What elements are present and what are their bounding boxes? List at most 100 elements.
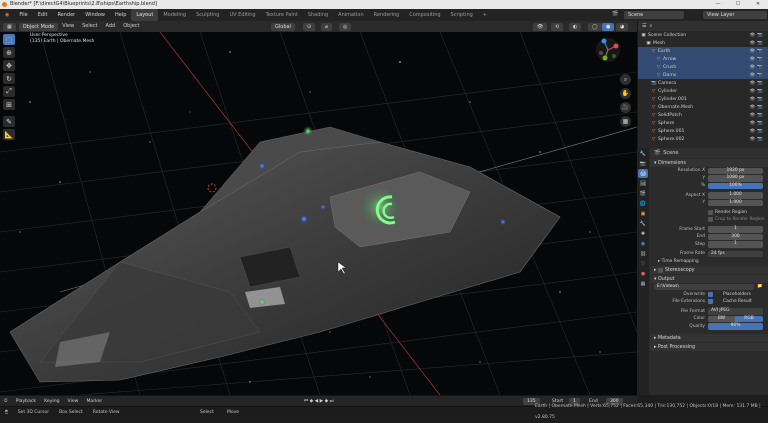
gizmo-icon[interactable]: ⟲ bbox=[551, 22, 564, 31]
workspace-tab-compositing[interactable]: Compositing bbox=[404, 9, 445, 21]
outliner-row[interactable]: ▣ Mesh 👁📷 bbox=[638, 39, 768, 47]
workspace-tab-texture-paint[interactable]: Texture Paint bbox=[261, 9, 303, 21]
outliner-row[interactable]: ▣ Scene Collection 👁📷 bbox=[638, 31, 768, 39]
modifier-tab-icon[interactable]: 🔧 bbox=[638, 219, 648, 228]
pivot-icon[interactable]: ⊙ bbox=[303, 22, 316, 31]
stereoscopy-checkbox[interactable] bbox=[657, 267, 663, 273]
folder-icon[interactable]: 📁 bbox=[757, 284, 762, 289]
jump-end-icon[interactable]: ⏭ bbox=[330, 399, 334, 404]
outliner-search-icon[interactable]: ⌕ bbox=[649, 23, 652, 29]
timeline-menu-view[interactable]: View bbox=[64, 396, 83, 407]
menu-help[interactable]: Help bbox=[110, 9, 131, 21]
workspace-tab-sculpting[interactable]: Sculpting bbox=[191, 9, 224, 21]
camera-view-icon[interactable]: 🎥 bbox=[620, 102, 631, 113]
annotate-tool-icon[interactable]: ✎ bbox=[3, 116, 15, 127]
overwrite-checkbox[interactable] bbox=[708, 291, 713, 297]
timeline-menu-keying[interactable]: Keying bbox=[40, 396, 63, 407]
physics-tab-icon[interactable]: ◉ bbox=[638, 239, 648, 248]
workspace-tab-scripting[interactable]: Scripting bbox=[446, 9, 478, 21]
measure-tool-icon[interactable]: 📐 bbox=[3, 129, 15, 140]
select-box-icon[interactable]: ⬚ bbox=[3, 34, 15, 45]
scale-tool-icon[interactable]: ⤢ bbox=[3, 86, 15, 97]
blender-logo-icon[interactable]: ◉ bbox=[0, 9, 14, 21]
shading-wireframe-icon[interactable]: ◯ bbox=[588, 22, 602, 31]
play-reverse-icon[interactable]: ◀ bbox=[315, 399, 319, 404]
resolution-percent-field[interactable]: 100% bbox=[708, 182, 763, 189]
particles-tab-icon[interactable]: ✺ bbox=[638, 229, 648, 238]
view-layer-selector[interactable]: View Layer bbox=[703, 11, 767, 19]
render-tab-icon[interactable]: 📷 bbox=[638, 159, 648, 168]
cursor-tool-icon[interactable]: ⊕ bbox=[3, 47, 15, 58]
proportional-edit-icon[interactable]: ◎ bbox=[339, 22, 352, 31]
visibility-toggle-icon[interactable]: 👁📷 bbox=[750, 97, 765, 102]
mode-selector[interactable]: Object Mode bbox=[18, 22, 59, 31]
scene-tab-icon[interactable]: 🎬 bbox=[638, 189, 648, 198]
menu-view[interactable]: View bbox=[58, 21, 78, 32]
render-region-checkbox[interactable] bbox=[708, 209, 713, 215]
next-key-icon[interactable]: ◆ bbox=[325, 399, 329, 404]
workspace-tab-rendering[interactable]: Rendering bbox=[369, 9, 405, 21]
output-path-field[interactable]: E:\Videos\ bbox=[654, 283, 754, 290]
outliner-row[interactable]: ▽ Sphere.001 👁📷 bbox=[638, 127, 768, 135]
visibility-toggle-icon[interactable]: 👁📷 bbox=[750, 121, 765, 126]
output-tab-icon[interactable]: 🖨 bbox=[638, 169, 648, 178]
rotate-tool-icon[interactable]: ↻ bbox=[3, 73, 15, 84]
workspace-tab-shading[interactable]: Shading bbox=[303, 9, 333, 21]
3d-viewport[interactable]: User Perspective (135) Earth | Obernate.… bbox=[0, 32, 637, 395]
timeline-editor-icon[interactable]: ⏱ bbox=[0, 396, 12, 407]
outliner-row[interactable]: ▽ Sphere.002 👁📷 bbox=[638, 135, 768, 143]
crop-checkbox[interactable] bbox=[708, 217, 713, 223]
visibility-toggle-icon[interactable]: 👁📷 bbox=[750, 49, 765, 54]
menu-render[interactable]: Render bbox=[52, 9, 80, 21]
frame-end-field[interactable]: 300 bbox=[708, 233, 763, 240]
visibility-toggle-icon[interactable]: 👁📷 bbox=[750, 81, 765, 86]
outliner-row[interactable]: ▽ Sphere 👁📷 bbox=[638, 119, 768, 127]
world-tab-icon[interactable]: 🌐 bbox=[638, 199, 648, 208]
texture-tab-icon[interactable]: ▦ bbox=[638, 279, 648, 288]
aspect-x-field[interactable]: 1.000 bbox=[708, 192, 763, 199]
workspace-tab-animation[interactable]: Animation bbox=[333, 9, 369, 21]
visibility-toggle-icon[interactable]: 👁📷 bbox=[750, 113, 765, 118]
file-format-select[interactable]: AVI JPEG bbox=[708, 308, 763, 315]
menu-select[interactable]: Select bbox=[78, 21, 101, 32]
menu-object[interactable]: Object bbox=[119, 21, 143, 32]
visibility-toggle-icon[interactable]: 👁📷 bbox=[750, 41, 765, 46]
material-tab-icon[interactable]: ● bbox=[638, 269, 648, 278]
outliner-row[interactable]: ▽ Dams 👁📷 bbox=[638, 71, 768, 79]
visibility-toggle-icon[interactable]: 👁📷 bbox=[750, 105, 765, 110]
menu-file[interactable]: File bbox=[14, 9, 32, 21]
menu-add[interactable]: Add bbox=[102, 21, 120, 32]
close-icon[interactable]: ✕ bbox=[748, 0, 768, 9]
frame-rate-select[interactable]: 24 fps bbox=[708, 250, 763, 257]
resolution-y-field[interactable]: 1080 px bbox=[708, 175, 763, 182]
add-workspace-icon[interactable]: + bbox=[478, 9, 492, 21]
maximize-icon[interactable]: ☐ bbox=[728, 0, 748, 9]
color-rgb-toggle[interactable]: RGB bbox=[735, 315, 763, 322]
outliner-row[interactable]: ▽ Obernate.Mesh 👁📷 bbox=[638, 103, 768, 111]
outliner-row[interactable]: ▽ Earth 👁📷 bbox=[638, 47, 768, 55]
minimize-icon[interactable]: — bbox=[708, 0, 728, 9]
workspace-tab-layout[interactable]: Layout bbox=[131, 9, 159, 21]
outliner-row[interactable]: ▽ SolidPatch 👁📷 bbox=[638, 111, 768, 119]
jump-start-icon[interactable]: ⏮ bbox=[304, 399, 308, 404]
quality-field[interactable]: 90% bbox=[708, 323, 763, 330]
outliner-row[interactable]: ▽ Cylinder 👁📷 bbox=[638, 87, 768, 95]
view-layer-tab-icon[interactable]: 🖼 bbox=[638, 179, 648, 188]
stereoscopy-section[interactable]: ▸ Stereoscopy bbox=[650, 266, 768, 274]
constraints-tab-icon[interactable]: ⛓ bbox=[638, 249, 648, 258]
outliner-row[interactable]: 📷 Camera 👁📷 bbox=[638, 79, 768, 87]
data-tab-icon[interactable]: ▽ bbox=[638, 259, 648, 268]
outliner-row[interactable]: ▽ Crush 👁📷 bbox=[638, 63, 768, 71]
shading-material-icon[interactable]: ◕ bbox=[616, 22, 629, 31]
object-tab-icon[interactable]: ▣ bbox=[638, 209, 648, 218]
frame-step-field[interactable]: 1 bbox=[708, 241, 763, 248]
timeline-menu-marker[interactable]: Marker bbox=[82, 396, 106, 407]
outliner-row[interactable]: ▽ Arrow 👁📷 bbox=[638, 55, 768, 63]
pan-icon[interactable]: ✋ bbox=[620, 88, 631, 99]
menu-window[interactable]: Window bbox=[80, 9, 110, 21]
dimensions-section[interactable]: ▾ Dimensions bbox=[650, 159, 768, 167]
file-extensions-checkbox[interactable] bbox=[708, 299, 713, 305]
color-bw-toggle[interactable]: BW bbox=[708, 315, 735, 322]
snap-icon[interactable]: ⌀ bbox=[321, 22, 333, 31]
resolution-x-field[interactable]: 1920 px bbox=[708, 167, 763, 174]
